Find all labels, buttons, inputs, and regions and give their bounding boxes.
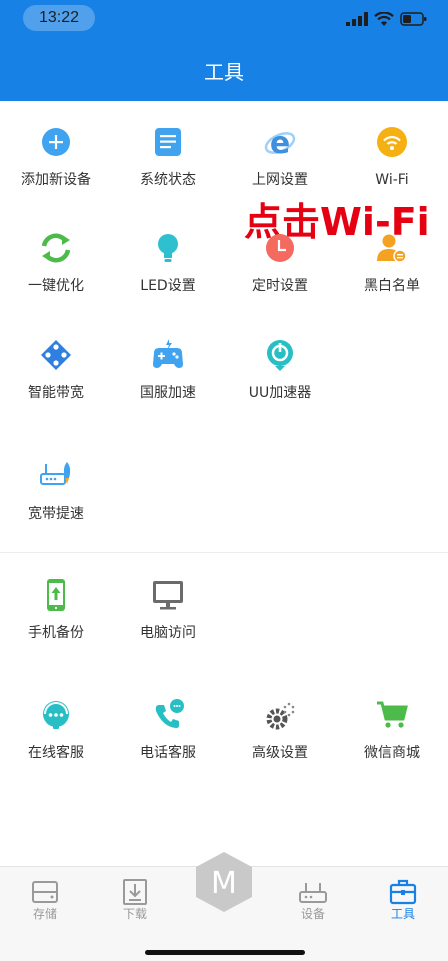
tool-led[interactable]: LED设置 bbox=[112, 230, 224, 320]
download-icon bbox=[123, 879, 147, 905]
tool-label: 电脑访问 bbox=[140, 625, 196, 641]
toolbox-icon bbox=[389, 879, 417, 905]
computer-access-icon bbox=[153, 581, 183, 610]
add-device-icon bbox=[42, 128, 70, 156]
blacklist-icon bbox=[377, 234, 407, 263]
tool-label: 添加新设备 bbox=[21, 172, 91, 188]
tab-storage[interactable]: 存储 bbox=[0, 867, 90, 927]
wechat-shop-icon bbox=[377, 701, 408, 728]
wifi-icon bbox=[377, 127, 407, 157]
tab-label: 存储 bbox=[32, 907, 57, 921]
center-m-label: M bbox=[211, 866, 237, 901]
uu-accelerator-icon bbox=[267, 340, 293, 371]
tool-label: 微信商城 bbox=[364, 745, 420, 761]
tool-add-device[interactable]: 添加新设备 bbox=[0, 124, 112, 214]
tool-label: 上网设置 bbox=[252, 172, 308, 188]
game-accelerate-icon bbox=[153, 339, 183, 368]
tool-advanced-settings[interactable]: 高级设置 bbox=[224, 697, 336, 787]
internet-settings-icon: e bbox=[264, 126, 296, 160]
svg-text:e: e bbox=[270, 126, 290, 160]
tool-label: 国服加速 bbox=[140, 385, 196, 401]
tool-online-service[interactable]: 在线客服 bbox=[0, 697, 112, 787]
led-bulb-icon bbox=[158, 234, 178, 262]
tool-label: 高级设置 bbox=[252, 745, 308, 761]
page-title: 工具 bbox=[204, 62, 244, 84]
timer-icon bbox=[266, 234, 294, 262]
tool-phone-backup[interactable]: 手机备份 bbox=[0, 577, 112, 667]
tool-label: 电话客服 bbox=[140, 745, 196, 761]
tab-device[interactable]: 设备 bbox=[268, 867, 358, 927]
tool-timer[interactable]: 定时设置 bbox=[224, 230, 336, 320]
app-header: 13:22 工具 bbox=[0, 0, 448, 101]
tool-label: 手机备份 bbox=[28, 625, 84, 641]
phone-service-icon bbox=[155, 699, 184, 728]
tool-label: 定时设置 bbox=[252, 278, 308, 294]
center-m-button[interactable]: M bbox=[193, 850, 255, 914]
tool-label: 宽带提速 bbox=[28, 506, 84, 522]
tool-broadband-boost[interactable]: 宽带提速 bbox=[0, 458, 112, 548]
home-indicator bbox=[145, 950, 305, 955]
tool-label: UU加速器 bbox=[248, 385, 312, 401]
tool-wechat-shop[interactable]: 微信商城 bbox=[336, 697, 448, 787]
status-icons bbox=[346, 12, 428, 26]
status-time: 13:22 bbox=[23, 5, 95, 31]
optimize-icon bbox=[41, 233, 71, 263]
tool-label: 智能带宽 bbox=[28, 385, 84, 401]
online-service-icon bbox=[43, 701, 69, 729]
broadband-boost-icon bbox=[40, 462, 71, 485]
tool-system-status[interactable]: 系统状态 bbox=[112, 124, 224, 214]
signal-icon bbox=[346, 12, 368, 26]
system-status-icon bbox=[155, 128, 181, 156]
tool-game-accelerate[interactable]: 国服加速 bbox=[112, 337, 224, 427]
router-icon bbox=[299, 883, 327, 903]
phone-backup-icon bbox=[47, 579, 65, 611]
tab-label: 设备 bbox=[300, 907, 325, 921]
storage-icon bbox=[32, 881, 58, 903]
tool-computer-access[interactable]: 电脑访问 bbox=[112, 577, 224, 667]
tool-uu-accelerator[interactable]: UU加速器 bbox=[224, 337, 336, 427]
battery-icon bbox=[400, 12, 427, 26]
wifi-status-icon bbox=[374, 12, 394, 26]
tool-label: 系统状态 bbox=[140, 172, 196, 188]
tool-blacklist[interactable]: 黑白名单 bbox=[336, 230, 448, 320]
tool-optimize[interactable]: 一键优化 bbox=[0, 230, 112, 320]
tool-phone-service[interactable]: 电话客服 bbox=[112, 697, 224, 787]
tool-label: 一键优化 bbox=[28, 278, 84, 294]
tool-smart-bandwidth[interactable]: 智能带宽 bbox=[0, 337, 112, 427]
tab-tools[interactable]: 工具 bbox=[358, 867, 448, 927]
tool-label: LED设置 bbox=[140, 278, 196, 294]
gamepad-icon bbox=[41, 340, 71, 370]
tab-label: 工具 bbox=[390, 907, 415, 921]
section-divider bbox=[0, 552, 448, 553]
advanced-settings-icon bbox=[266, 702, 295, 730]
tool-label: 在线客服 bbox=[28, 745, 84, 761]
tab-download[interactable]: 下载 bbox=[90, 867, 180, 927]
tool-label: Wi-Fi bbox=[375, 172, 409, 188]
tool-label: 黑白名单 bbox=[364, 278, 420, 294]
tab-label: 下载 bbox=[122, 907, 147, 921]
